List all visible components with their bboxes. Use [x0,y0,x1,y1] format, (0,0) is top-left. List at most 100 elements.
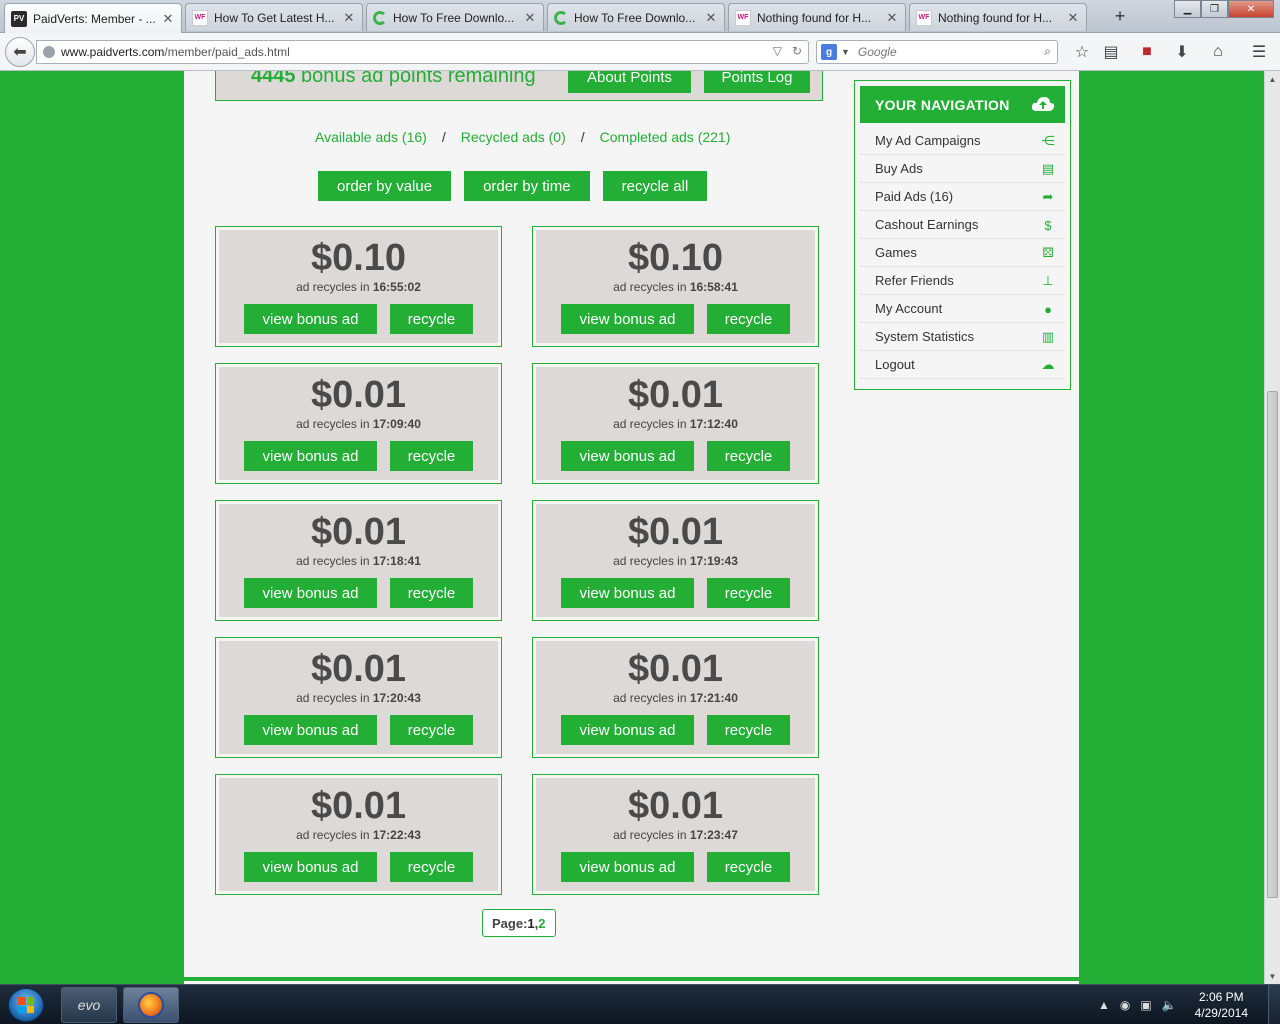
ad-recycle-prefix: ad recycles in [296,417,373,431]
minimize-button[interactable]: ▁ [1174,0,1201,18]
ad-recycle-prefix: ad recycles in [613,280,690,294]
menu-icon[interactable]: ☰ [1248,42,1270,62]
recycle-button[interactable]: recycle [390,578,473,608]
ad-card: $0.01 ad recycles in 17:23:47 view bonus a… [532,774,819,895]
pager-page-2-link[interactable]: 2 [538,916,545,931]
network-icon[interactable]: ▣ [1140,998,1151,1012]
view-bonus-ad-button[interactable]: view bonus ad [561,578,694,608]
show-hidden-icons-icon[interactable]: ▲ [1098,998,1110,1012]
magnifier-icon[interactable]: ⌕ [1044,44,1051,59]
scrollbar-thumb[interactable] [1267,391,1278,898]
recycle-button[interactable]: recycle [707,304,790,334]
view-bonus-ad-button[interactable]: view bonus ad [244,304,377,334]
view-bonus-ad-button[interactable]: view bonus ad [244,852,377,882]
new-tab-button[interactable]: + [1110,6,1130,27]
search-engine-dropdown-icon[interactable]: ▼ [841,47,850,57]
browser-tab[interactable]: WF How To Get Latest H... ✕ [185,3,363,31]
view-bonus-ad-button[interactable]: view bonus ad [561,852,694,882]
view-bonus-ad-button[interactable]: view bonus ad [244,578,377,608]
sidebar-item[interactable]: Buy Ads ▤ [860,155,1065,183]
home-icon[interactable]: ⌂ [1207,42,1229,62]
ad-card: $0.01 ad recycles in 17:19:43 view bonus a… [532,500,819,621]
ad-recycle-timer: ad recycles in 17:12:40 [536,417,815,431]
tab-close-icon[interactable]: ✕ [342,10,356,26]
ad-value: $0.10 [627,237,724,279]
ad-recycle-time: 17:23:47 [689,828,738,842]
system-clock[interactable]: 2:06 PM 4/29/2014 [1195,989,1248,1021]
user-icon: ● [1044,301,1052,317]
about-points-button[interactable]: About Points [568,71,691,93]
points-log-button[interactable]: Points Log [704,71,810,93]
completed-ads-link[interactable]: Completed ads (221) [600,129,731,145]
recycle-button[interactable]: recycle [390,715,473,745]
ad-value: $0.01 [627,648,724,690]
dropdown-arrow-icon[interactable]: ▽ [773,44,782,58]
tab-close-icon[interactable]: ✕ [885,10,899,26]
taskbar-app-firefox[interactable] [123,987,179,1023]
scroll-down-arrow-icon[interactable]: ▼ [1265,968,1280,984]
browser-tab[interactable]: WF Nothing found for H... ✕ [728,3,906,31]
close-window-button[interactable]: ✕ [1228,0,1274,18]
recycle-button[interactable]: recycle [390,852,473,882]
points-count: 4445 [251,71,296,87]
sidebar-item[interactable]: Cashout Earnings $ [860,211,1065,239]
bookmark-star-icon[interactable]: ☆ [1071,42,1093,62]
folder-share-icon: ➦ [1042,189,1054,204]
view-bonus-ad-button[interactable]: view bonus ad [561,441,694,471]
download-icon[interactable]: ⬇ [1171,42,1193,62]
show-desktop-button[interactable] [1268,985,1280,1024]
order-by-value-button[interactable]: order by value [318,171,452,201]
start-button[interactable] [8,988,44,1022]
sidebar-item[interactable]: Paid Ads (16) ➦ [860,183,1065,211]
browser-tab[interactable]: How To Free Downlo... ✕ [366,3,544,31]
browser-tab[interactable]: WF Nothing found for H... ✕ [909,3,1087,31]
chrome-tray-icon[interactable]: ◉ [1120,998,1130,1012]
sidebar-item[interactable]: Logout ☁ [860,351,1065,379]
recycled-ads-link[interactable]: Recycled ads (0) [461,129,566,145]
tab-close-icon[interactable]: ✕ [523,10,537,26]
recycle-button[interactable]: recycle [390,304,473,334]
sidebar-item[interactable]: My Account ● [860,295,1065,323]
view-bonus-ad-button[interactable]: view bonus ad [561,715,694,745]
recycle-button[interactable]: recycle [707,441,790,471]
back-button[interactable]: ⬅ [5,37,35,67]
tab-title: How To Get Latest H... [214,10,335,25]
recycle-button[interactable]: recycle [707,852,790,882]
recycle-button[interactable]: recycle [390,441,473,471]
ad-value: $0.01 [627,374,724,416]
sidebar-item[interactable]: System Statistics ▥ [860,323,1065,351]
ad-card: $0.10 ad recycles in 16:55:02 view bonus a… [215,226,502,347]
sidebar-item[interactable]: Refer Friends ⊥ [860,267,1065,295]
view-bonus-ad-button[interactable]: view bonus ad [561,304,694,334]
google-icon[interactable]: g [821,44,837,60]
sidebar-item[interactable]: Games ⚄ [860,239,1065,267]
tab-close-icon[interactable]: ✕ [161,11,175,27]
browser-tab[interactable]: PV PaidVerts: Member - ... ✕ [4,3,182,33]
pager-label: Page: [492,915,528,931]
volume-icon[interactable]: 🔈 [1162,998,1177,1012]
recycle-button[interactable]: recycle [707,578,790,608]
adblock-icon[interactable]: ■ [1136,42,1158,62]
sidebar-item-label: Refer Friends [875,273,954,288]
page-scrollbar[interactable]: ▲ ▼ [1264,71,1280,984]
order-by-time-button[interactable]: order by time [464,171,590,201]
recycle-button[interactable]: recycle [707,715,790,745]
available-ads-link[interactable]: Available ads (16) [315,129,427,145]
view-bonus-ad-button[interactable]: view bonus ad [244,441,377,471]
recycle-all-button[interactable]: recycle all [602,171,708,201]
cloud-upload-icon [1031,97,1055,111]
tab-close-icon[interactable]: ✕ [704,10,718,26]
taskbar-app-evo[interactable]: evo [61,987,117,1023]
search-bar[interactable]: g ▼ Google ⌕ [816,40,1058,64]
sidebar-item-label: Games [875,245,917,260]
bookmarks-list-icon[interactable]: ▤ [1100,42,1122,62]
browser-tab[interactable]: How To Free Downlo... ✕ [547,3,725,31]
view-bonus-ad-button[interactable]: view bonus ad [244,715,377,745]
main-content: 4445 bonus ad points remaining About Poi… [184,71,1079,984]
restore-button[interactable]: ❐ [1201,0,1228,18]
tab-close-icon[interactable]: ✕ [1066,10,1080,26]
url-bar[interactable]: www.paidverts.com/member/paid_ads.html ▽… [36,40,809,64]
reload-icon[interactable]: ↻ [792,44,802,58]
scroll-up-arrow-icon[interactable]: ▲ [1265,71,1280,87]
sidebar-item[interactable]: My Ad Campaigns ⋲ [860,127,1065,155]
